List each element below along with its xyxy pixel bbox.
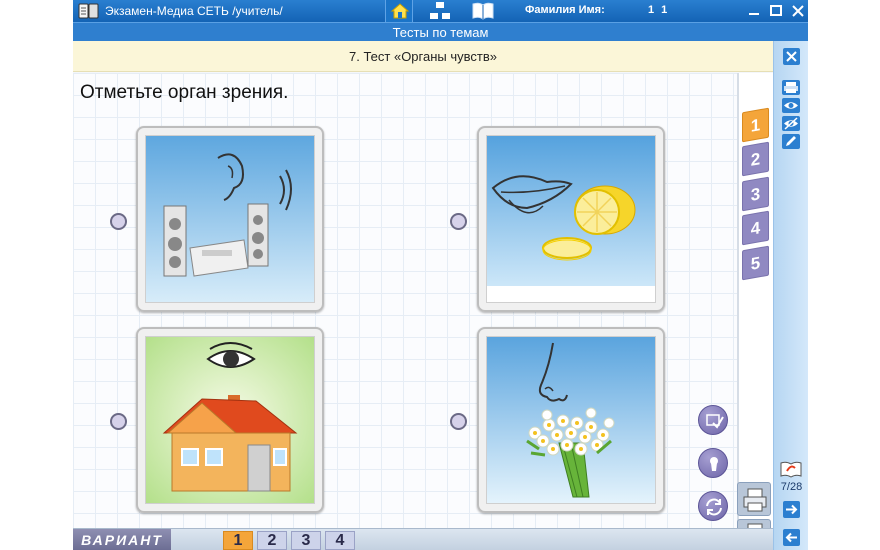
option-2-card[interactable]: [477, 126, 665, 312]
title-bar: Экзамен-Медиа СЕТЬ /учитель/ Фамилия Имя…: [73, 0, 808, 22]
home-icon: [390, 3, 410, 19]
check-answer-button[interactable]: [698, 405, 728, 435]
option-3-radio[interactable]: [110, 413, 127, 430]
pencil-icon: [786, 136, 796, 146]
mouth-lemon-icon: [487, 136, 655, 302]
view-tool-button[interactable]: [782, 98, 800, 113]
option-2-radio[interactable]: [450, 213, 467, 230]
next-button[interactable]: [783, 501, 800, 518]
print-button[interactable]: [737, 482, 771, 516]
variant-bar: ВАРИАНТ 1 2 3 4: [73, 528, 773, 550]
keyhole-icon: [710, 457, 718, 471]
task-counter: 7/28: [780, 481, 803, 493]
question-workspace: Отметьте орган зрения.: [73, 73, 738, 528]
hint-button[interactable]: [698, 448, 728, 478]
structure-button[interactable]: [426, 0, 454, 22]
app-window: Экзамен-Медиа СЕТЬ /учитель/ Фамилия Имя…: [73, 0, 808, 550]
variant-button-4[interactable]: 4: [325, 531, 355, 550]
eye-house-icon: [146, 337, 314, 503]
refresh-button[interactable]: [698, 491, 728, 521]
edit-tool-button[interactable]: [782, 134, 800, 149]
question-text: Отметьте орган зрения.: [80, 82, 289, 103]
task-book-icon[interactable]: [779, 460, 803, 478]
eye-icon: [784, 102, 798, 109]
variant-button-2[interactable]: 2: [257, 531, 287, 550]
variant-button-1[interactable]: 1: [223, 531, 253, 550]
option-1-radio[interactable]: [110, 213, 127, 230]
test-title: 7. Тест «Органы чувств»: [73, 41, 773, 72]
question-tab-3[interactable]: 3: [742, 176, 769, 212]
app-title: Экзамен-Медиа СЕТЬ /учитель/: [105, 4, 283, 18]
close-icon: [786, 51, 797, 62]
nose-flowers-icon: [487, 337, 655, 503]
sitemap-icon: [430, 2, 450, 19]
minimize-icon[interactable]: [746, 2, 762, 20]
eye-off-icon: [784, 117, 798, 130]
library-button[interactable]: [469, 0, 497, 22]
question-tabs: 1 2 3 4 5: [738, 73, 773, 528]
ear-speakers-icon: [146, 136, 314, 302]
book-icon: [472, 2, 494, 20]
variant-button-3[interactable]: 3: [291, 531, 321, 550]
question-tab-2[interactable]: 2: [742, 141, 769, 177]
close-window-icon[interactable]: [790, 2, 806, 20]
maximize-icon[interactable]: [768, 2, 784, 20]
refresh-icon: [706, 498, 722, 516]
option-4-card[interactable]: [477, 327, 665, 513]
arrow-right-icon: [786, 504, 798, 515]
arrow-left-icon: [785, 532, 797, 543]
hide-tool-button[interactable]: [782, 116, 800, 131]
close-test-button[interactable]: [783, 48, 800, 65]
right-sidebar: 7/28: [773, 41, 808, 550]
print-tool-button[interactable]: [782, 80, 800, 95]
option-4-radio[interactable]: [450, 413, 467, 430]
question-tab-4[interactable]: 4: [742, 210, 769, 246]
option-1-card[interactable]: [136, 126, 324, 312]
printer-icon: [743, 488, 767, 512]
home-button[interactable]: [385, 0, 413, 22]
previous-button[interactable]: [783, 529, 800, 546]
variant-label: ВАРИАНТ: [73, 529, 171, 550]
printer-icon: [784, 82, 798, 93]
question-tab-1[interactable]: 1: [742, 107, 769, 143]
option-3-card[interactable]: [136, 327, 324, 513]
tool-group: [782, 80, 802, 158]
question-tab-5[interactable]: 5: [742, 245, 769, 281]
section-title: Тесты по темам: [73, 22, 808, 41]
check-list-icon: [706, 414, 724, 429]
app-logo-icon: [78, 3, 99, 19]
student-name: 1 1: [648, 4, 670, 16]
student-label: Фамилия Имя:: [525, 4, 605, 16]
